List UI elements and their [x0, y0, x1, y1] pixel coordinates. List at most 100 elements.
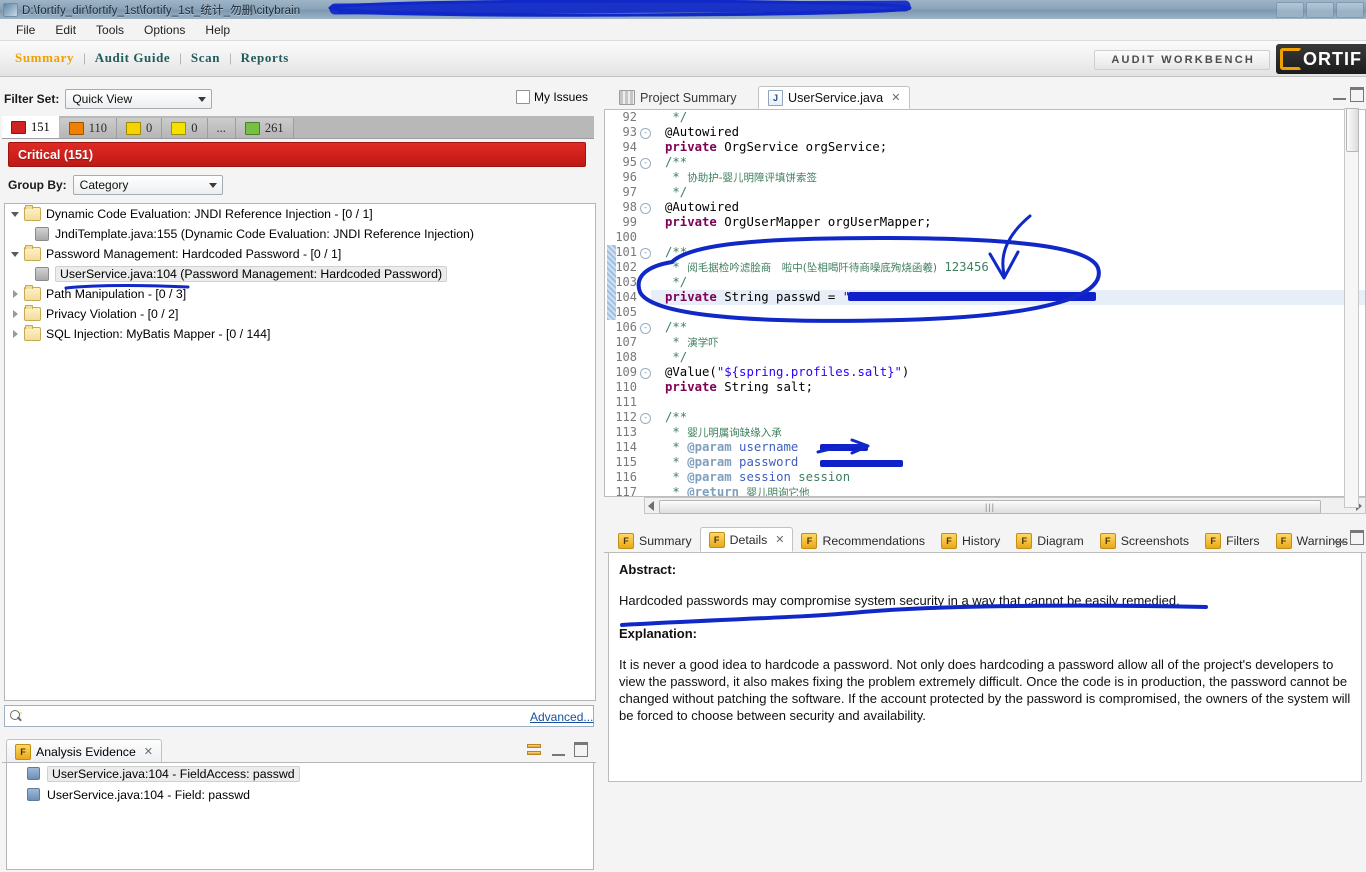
tree-row-issue[interactable]: JndiTemplate.java:155 (Dynamic Code Eval… [5, 224, 595, 244]
collapse-triangle-icon[interactable] [11, 289, 21, 299]
scrollbar-thumb[interactable]: ||| [659, 500, 1321, 514]
checkbox-icon[interactable] [515, 90, 530, 104]
fortify-badge-icon: F [1205, 532, 1222, 549]
tab-details[interactable]: F Details ✕ [699, 527, 794, 552]
code-text: * @return 婴儿明询它他 [665, 484, 810, 497]
severity-tab-critical[interactable]: 151 [2, 116, 60, 138]
line-number: 106 [615, 320, 637, 334]
fold-toggle-icon[interactable]: - [640, 368, 651, 379]
tab-history[interactable]: F History [933, 529, 1008, 552]
menu-edit[interactable]: Edit [45, 21, 86, 39]
tab-summary[interactable]: Summary [6, 48, 83, 68]
severity-tab-info[interactable]: 261 [235, 118, 294, 138]
critical-severity-banner[interactable]: Critical (151) [8, 142, 586, 167]
tab-filters[interactable]: F Filters [1197, 529, 1267, 552]
minimize-panel-icon[interactable] [552, 744, 565, 756]
passwd-value-redaction [848, 292, 1096, 301]
java-file-icon: J [768, 89, 783, 106]
tab-screenshots[interactable]: F Screenshots [1092, 529, 1197, 552]
vertical-scrollbar-thumb[interactable] [1346, 108, 1359, 152]
menu-help[interactable]: Help [195, 21, 240, 39]
fold-toggle-icon[interactable]: - [640, 128, 651, 139]
analysis-evidence-toolbar [527, 742, 588, 757]
close-icon[interactable]: ✕ [775, 533, 784, 546]
severity-tab-overflow[interactable]: ... [207, 118, 236, 138]
tree-label: Password Management: Hardcoded Password … [46, 247, 342, 261]
line-number: 116 [615, 470, 637, 484]
fold-toggle-icon[interactable]: - [640, 158, 651, 169]
collapse-triangle-icon[interactable] [11, 329, 21, 339]
severity-chip-critical-icon [11, 120, 26, 134]
fold-toggle-icon[interactable]: - [640, 203, 651, 214]
app-icon [3, 2, 18, 17]
line-number: 92 [622, 110, 637, 124]
tab-audit-guide[interactable]: Audit Guide [86, 48, 180, 68]
search-input[interactable]: ◦ [4, 705, 594, 727]
tree-row-folder[interactable]: Dynamic Code Evaluation: JNDI Reference … [5, 204, 595, 224]
audit-workbench-window: D:\fortify_dir\fortify_1st\fortify_1st_统… [0, 0, 1366, 870]
tab-recommendations[interactable]: F Recommendations [793, 529, 933, 552]
tree-row-folder[interactable]: Privacy Violation - [0 / 2] [5, 304, 595, 324]
tab-diagram[interactable]: F Diagram [1008, 529, 1091, 552]
close-button[interactable] [1336, 2, 1364, 18]
filter-set-select[interactable]: Quick View [65, 89, 213, 109]
expand-triangle-icon[interactable] [11, 209, 21, 219]
folder-icon [24, 205, 41, 221]
my-issues-checkbox[interactable]: My Issues [515, 90, 588, 104]
list-item[interactable]: UserService.java:104 - Field: passwd [7, 784, 593, 805]
menu-tools[interactable]: Tools [86, 21, 134, 39]
severity-count-critical: 151 [31, 119, 50, 134]
tab-summary[interactable]: F Summary [610, 529, 700, 552]
line-number: 114 [615, 440, 637, 454]
editor-maximize-icon[interactable] [1350, 87, 1364, 102]
tree-row-issue-selected[interactable]: UserService.java:104 (Password Managemen… [5, 264, 595, 284]
window-controls[interactable] [1276, 2, 1364, 18]
collapse-triangle-icon[interactable] [11, 309, 21, 319]
code-text: */ [665, 185, 688, 199]
editor-vertical-scrollbar[interactable] [1344, 108, 1359, 508]
severity-tab-low[interactable]: 0 [162, 118, 208, 138]
tab-analysis-evidence[interactable]: F Analysis Evidence ✕ [6, 739, 163, 763]
close-icon[interactable]: ✕ [891, 91, 900, 104]
line-number: 113 [615, 425, 637, 439]
fold-toggle-icon[interactable]: - [640, 323, 651, 334]
close-icon[interactable]: ✕ [144, 745, 153, 758]
maximize-button[interactable] [1306, 2, 1334, 18]
fortify-badge-icon: F [618, 532, 634, 549]
tab-userservice-java[interactable]: J UserService.java ✕ [758, 86, 911, 109]
advanced-search-link[interactable]: Advanced... [530, 710, 593, 724]
tree-row-folder[interactable]: Path Manipulation - [0 / 3] [5, 284, 595, 304]
code-viewport[interactable]: 92 */ 93- @Autowired 94 private OrgService… [604, 109, 1366, 497]
fortify-toolbar: Summary | Audit Guide | Scan | Reports A… [0, 41, 1366, 77]
menu-options[interactable]: Options [134, 21, 195, 39]
fold-toggle-icon[interactable]: - [640, 248, 651, 259]
details-maximize-icon[interactable] [1350, 530, 1364, 545]
details-minimize-icon[interactable] [1333, 531, 1346, 543]
severity-tab-high[interactable]: 110 [59, 118, 118, 138]
tab-project-summary[interactable]: Project Summary [610, 86, 746, 109]
sync-icon[interactable] [527, 743, 543, 757]
analysis-evidence-tab-bar: F Analysis Evidence ✕ [2, 738, 596, 763]
fold-toggle-icon[interactable]: - [640, 413, 651, 424]
severity-tab-medium[interactable]: 0 [117, 118, 163, 138]
details-content: Abstract: Hardcoded passwords may compro… [608, 552, 1362, 782]
expand-triangle-icon[interactable] [11, 249, 21, 259]
window-title: D:\fortify_dir\fortify_1st\fortify_1st_统… [22, 4, 301, 17]
tree-row-folder[interactable]: Password Management: Hardcoded Password … [5, 244, 595, 264]
tree-row-folder[interactable]: SQL Injection: MyBatis Mapper - [0 / 144… [5, 324, 595, 344]
search-icon: ◦ [9, 708, 24, 724]
maximize-panel-icon[interactable] [574, 742, 588, 757]
minimize-button[interactable] [1276, 2, 1304, 18]
editor-horizontal-scrollbar[interactable]: ||| [644, 497, 1366, 514]
analysis-evidence-list[interactable]: UserService.java:104 - FieldAccess: pass… [6, 762, 594, 870]
tab-reports[interactable]: Reports [232, 48, 298, 68]
list-item[interactable]: UserService.java:104 - FieldAccess: pass… [7, 763, 593, 784]
issue-tree[interactable]: Dynamic Code Evaluation: JNDI Reference … [4, 203, 596, 701]
editor-minimize-icon[interactable] [1333, 88, 1346, 100]
scroll-left-arrow-icon[interactable] [648, 501, 654, 511]
menu-file[interactable]: File [6, 21, 45, 39]
tab-scan[interactable]: Scan [182, 48, 229, 68]
group-by-select[interactable]: Category [72, 175, 223, 195]
tab-label: Analysis Evidence [36, 744, 136, 759]
line-number: 103 [615, 275, 637, 289]
